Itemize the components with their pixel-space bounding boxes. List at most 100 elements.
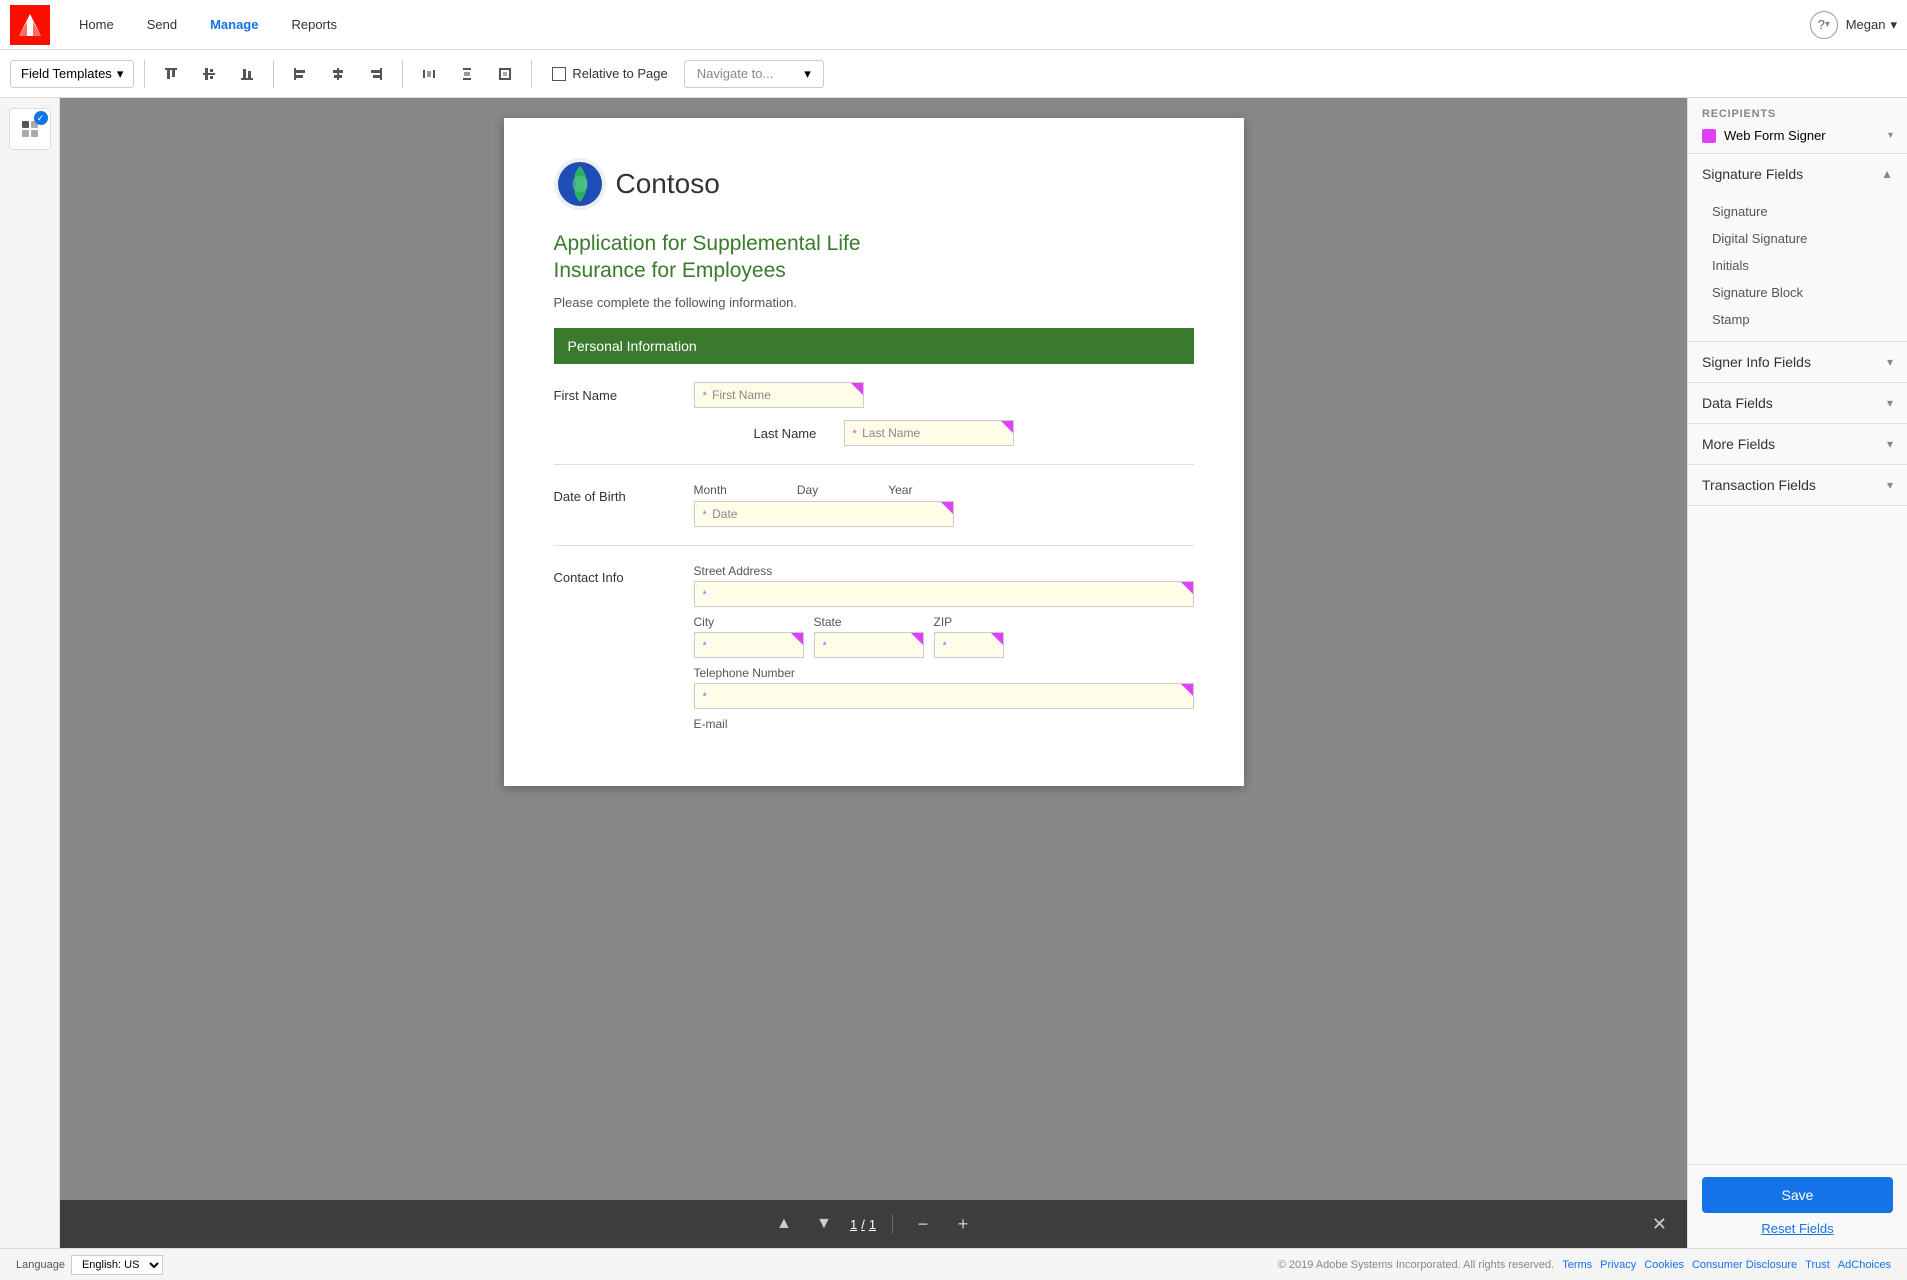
trust-link[interactable]: Trust xyxy=(1805,1259,1830,1271)
last-name-field[interactable]: * Last Name xyxy=(844,420,1014,446)
align-middle-button[interactable] xyxy=(193,58,225,90)
state-field[interactable]: * xyxy=(814,632,924,658)
language-label: Language xyxy=(16,1259,65,1271)
initials-field-item[interactable]: Initials xyxy=(1712,252,1907,279)
page-up-button[interactable]: ▲ xyxy=(770,1210,798,1238)
field-templates-dropdown[interactable]: Field Templates ▾ xyxy=(10,60,134,88)
more-fields-header[interactable]: More Fields ▾ xyxy=(1688,424,1907,464)
relative-to-page-toggle[interactable]: Relative to Page xyxy=(542,62,677,85)
distribute-horizontal-button[interactable] xyxy=(413,58,445,90)
distribute-vertical-button[interactable] xyxy=(451,58,483,90)
adobe-logo xyxy=(10,5,50,45)
signer-info-fields-header[interactable]: Signer Info Fields ▾ xyxy=(1688,342,1907,382)
reset-fields-link[interactable]: Reset Fields xyxy=(1702,1221,1893,1236)
data-fields-label: Data Fields xyxy=(1702,395,1773,411)
nav-home[interactable]: Home xyxy=(65,9,128,40)
page-number: 1 / 1 xyxy=(850,1217,876,1232)
stamp-label: Stamp xyxy=(1712,312,1750,327)
signature-fields-body: Signature Digital Signature Initials Sig… xyxy=(1688,194,1907,341)
digital-signature-label: Digital Signature xyxy=(1712,231,1807,246)
document-container: Contoso Application for Supplemental Lif… xyxy=(60,98,1687,1200)
zip-label: ZIP xyxy=(934,615,1004,629)
nav-send[interactable]: Send xyxy=(133,9,191,40)
phone-field[interactable]: * xyxy=(694,683,1194,709)
name-row: First Name * First Name Last Name * Last… xyxy=(554,382,1194,446)
page-separator: / xyxy=(861,1217,865,1232)
close-icon: ✕ xyxy=(1652,1214,1667,1234)
last-name-label: Last Name xyxy=(754,420,834,441)
right-panel: RECIPIENTS Web Form Signer ▾ Signature F… xyxy=(1687,98,1907,1248)
field-templates-chevron-icon: ▾ xyxy=(117,66,124,82)
document-title: Application for Supplemental Life Insura… xyxy=(554,230,1194,285)
document-subtitle: Please complete the following informatio… xyxy=(554,295,1194,310)
signer-info-label: Signer Info Fields xyxy=(1702,354,1811,370)
consumer-disclosure-link[interactable]: Consumer Disclosure xyxy=(1692,1259,1797,1271)
panel-badge: ✓ xyxy=(34,111,48,125)
align-center-button[interactable] xyxy=(322,58,354,90)
stamp-field-item[interactable]: Stamp xyxy=(1712,306,1907,333)
street-field-corner xyxy=(1181,582,1193,594)
align-bottom-button[interactable] xyxy=(231,58,263,90)
navigate-dropdown[interactable]: Navigate to... ▾ xyxy=(684,60,824,88)
signature-fields-header[interactable]: Signature Fields ▲ xyxy=(1688,154,1907,194)
bottom-navigation-bar: ▲ ▼ 1 / 1 − + ✕ xyxy=(60,1200,1687,1248)
data-fields-header[interactable]: Data Fields ▾ xyxy=(1688,383,1907,423)
dob-col-headers: Month Day Year xyxy=(694,483,954,497)
dob-required-icon: * xyxy=(703,509,707,521)
current-page: 1 xyxy=(850,1217,857,1232)
help-icon: ? xyxy=(1818,17,1825,32)
last-name-field-corner xyxy=(1001,421,1013,433)
align-right-button[interactable] xyxy=(360,58,392,90)
web-form-signer-item[interactable]: Web Form Signer ▾ xyxy=(1702,128,1893,143)
fields-section: Signature Fields ▲ Signature Digital Sig… xyxy=(1688,154,1907,1164)
signer-info-fields-group: Signer Info Fields ▾ xyxy=(1688,342,1907,383)
first-name-required-icon: * xyxy=(703,390,707,402)
digital-signature-field-item[interactable]: Digital Signature xyxy=(1712,225,1907,252)
align-top-button[interactable] xyxy=(155,58,187,90)
adchoices-link[interactable]: AdChoices xyxy=(1838,1259,1891,1271)
panel-icon-fields[interactable]: ✓ xyxy=(9,108,51,150)
phone-field-corner xyxy=(1181,684,1193,696)
privacy-link[interactable]: Privacy xyxy=(1600,1259,1636,1271)
cookies-link[interactable]: Cookies xyxy=(1644,1259,1684,1271)
signature-block-field-item[interactable]: Signature Block xyxy=(1712,279,1907,306)
data-fields-group: Data Fields ▾ xyxy=(1688,383,1907,424)
page-down-button[interactable]: ▼ xyxy=(810,1210,838,1238)
zip-field[interactable]: * xyxy=(934,632,1004,658)
user-area[interactable]: Megan ▾ xyxy=(1846,17,1897,33)
recipient-chevron-icon: ▾ xyxy=(1888,130,1893,141)
align-left-button[interactable] xyxy=(284,58,316,90)
nav-items: Home Send Manage Reports xyxy=(65,9,1810,40)
street-field[interactable]: * xyxy=(694,581,1194,607)
year-col-label: Year xyxy=(888,483,912,497)
terms-link[interactable]: Terms xyxy=(1562,1259,1592,1271)
document: Contoso Application for Supplemental Lif… xyxy=(504,118,1244,786)
document-area: Contoso Application for Supplemental Lif… xyxy=(60,98,1687,1248)
signature-field-item[interactable]: Signature xyxy=(1712,198,1907,225)
dob-row: Date of Birth Month Day Year * Date xyxy=(554,483,1194,527)
city-field[interactable]: * xyxy=(694,632,804,658)
zoom-in-button[interactable]: + xyxy=(949,1210,977,1238)
state-group: State * xyxy=(814,615,924,658)
email-group: E-mail xyxy=(694,717,1194,731)
recipient-color-dot xyxy=(1702,129,1716,143)
top-bar: Home Send Manage Reports ? ▾ Megan ▾ xyxy=(0,0,1907,50)
phone-required-icon: * xyxy=(703,691,707,703)
first-name-field[interactable]: * First Name xyxy=(694,382,864,408)
user-name: Megan xyxy=(1846,17,1886,32)
language-select[interactable]: English: US xyxy=(71,1255,163,1275)
transaction-fields-header[interactable]: Transaction Fields ▾ xyxy=(1688,465,1907,505)
state-required-icon: * xyxy=(823,640,827,652)
save-button[interactable]: Save xyxy=(1702,1177,1893,1213)
transaction-fields-chevron-icon: ▾ xyxy=(1887,478,1893,492)
dob-field[interactable]: * Date xyxy=(694,501,954,527)
close-button[interactable]: ✕ xyxy=(1652,1214,1667,1235)
help-button[interactable]: ? ▾ xyxy=(1810,11,1838,39)
nav-reports[interactable]: Reports xyxy=(277,9,351,40)
nav-manage[interactable]: Manage xyxy=(196,9,272,40)
bottom-bar-separator xyxy=(892,1214,893,1234)
distribute-both-button[interactable] xyxy=(489,58,521,90)
street-label: Street Address xyxy=(694,564,1194,578)
zoom-out-button[interactable]: − xyxy=(909,1210,937,1238)
copyright-text: © 2019 Adobe Systems Incorporated. All r… xyxy=(1278,1259,1555,1271)
